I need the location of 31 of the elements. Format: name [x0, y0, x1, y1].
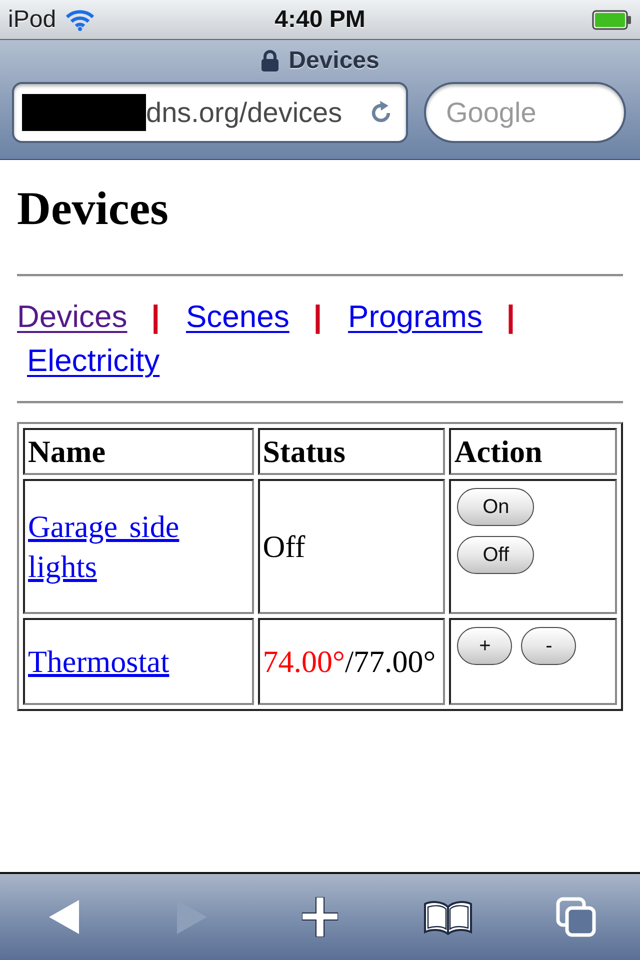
- column-header: Action: [449, 428, 617, 475]
- wifi-icon: [66, 8, 94, 30]
- action-button[interactable]: -: [521, 627, 576, 665]
- back-icon[interactable]: [48, 899, 80, 935]
- book-icon[interactable]: [423, 899, 473, 935]
- action-button[interactable]: Off: [457, 536, 534, 574]
- column-header: Name: [23, 428, 254, 475]
- nav-link[interactable]: Electricity: [27, 339, 160, 383]
- action-button[interactable]: +: [457, 627, 512, 665]
- url-text: dns.org/devices: [146, 96, 344, 128]
- nav-link[interactable]: Programs: [348, 295, 482, 339]
- battery-icon: [592, 10, 632, 30]
- column-header: Status: [258, 428, 446, 475]
- table-cell: Off: [258, 479, 446, 614]
- table-cell: 74.00°/77.00°: [258, 618, 446, 705]
- separator-mark: |: [151, 298, 160, 336]
- url-field[interactable]: dns.org/devices: [12, 82, 408, 143]
- device-link[interactable]: Thermostat: [28, 642, 170, 682]
- carrier-label: iPod: [8, 6, 56, 34]
- action-button[interactable]: On: [457, 488, 534, 526]
- search-field[interactable]: Google: [424, 82, 626, 143]
- overlapping-pages-icon[interactable]: [556, 897, 596, 937]
- page-heading: Devices: [17, 182, 170, 236]
- device-link[interactable]: Garage side lights: [28, 506, 236, 586]
- nav-link[interactable]: Devices: [17, 295, 128, 339]
- clock-time: 4:40 PM: [274, 6, 366, 34]
- nav-link[interactable]: Scenes: [186, 295, 290, 339]
- separator-mark: |: [313, 298, 322, 336]
- page-title: Devices: [288, 47, 380, 75]
- plus-icon[interactable]: [302, 897, 338, 937]
- separator-mark: |: [506, 298, 516, 336]
